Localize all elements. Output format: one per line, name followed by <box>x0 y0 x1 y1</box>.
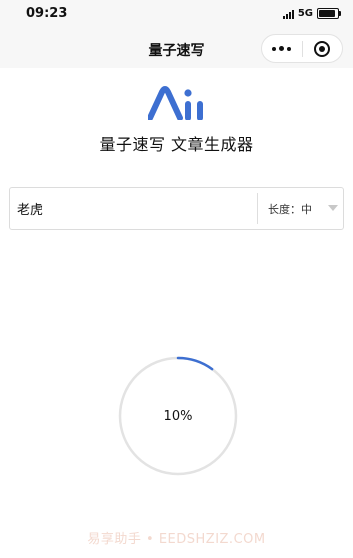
battery-icon <box>317 8 341 19</box>
close-button[interactable] <box>303 35 343 62</box>
progress-ring: 10% <box>117 355 239 477</box>
topic-input[interactable] <box>11 189 256 228</box>
ai-logo-icon <box>148 86 203 120</box>
status-time: 09:23 <box>26 6 68 21</box>
length-select-label: 长度：中 <box>268 203 312 216</box>
nav-bar: 量子速写 <box>0 30 353 68</box>
length-select[interactable]: 长度：中 <box>258 188 344 229</box>
app-title: 量子速写 文章生成器 <box>99 135 254 154</box>
more-dots-icon <box>272 46 292 51</box>
chevron-down-icon <box>328 205 338 211</box>
status-bar: 09:23 5G <box>0 0 353 30</box>
signal-icon <box>282 9 294 19</box>
length-select-value: 中 <box>301 203 312 216</box>
mini-program-capsule <box>261 34 343 63</box>
status-indicators: 5G <box>282 8 341 19</box>
progress-percent: 10% <box>163 408 193 424</box>
network-type: 5G <box>297 8 313 19</box>
target-icon <box>314 40 331 57</box>
watermark: 易享助手 • EEDSHZIZ.COM <box>87 532 266 547</box>
generator-form: 长度：中 <box>9 187 344 230</box>
more-button[interactable] <box>262 35 302 62</box>
